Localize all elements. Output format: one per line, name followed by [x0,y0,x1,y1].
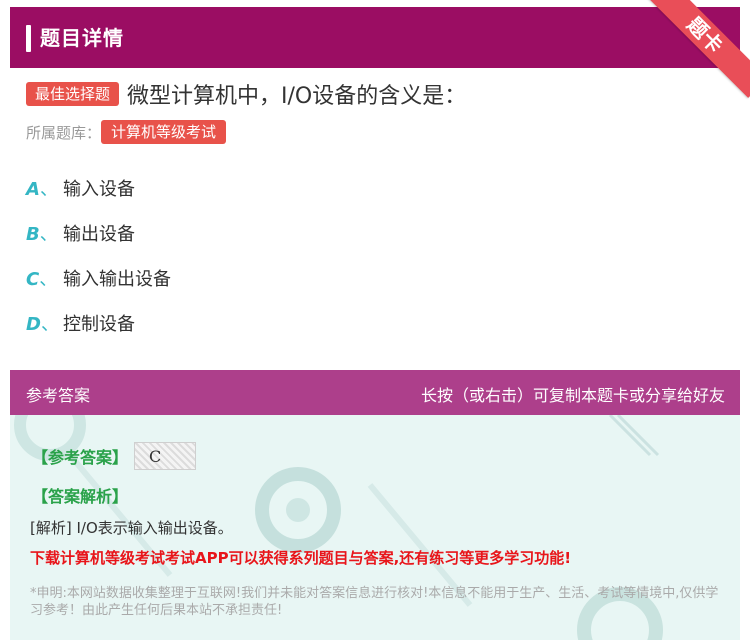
question-detail-header: 题目详情 题卡 [10,0,750,98]
option-a[interactable]: A、 输入设备 [26,174,135,202]
answer-value: C [149,447,162,466]
library-label: 所属题库： [26,123,102,142]
header-accent-bar [26,25,31,52]
library-row: 所属题库： 计算机等级考试 [26,119,227,145]
option-c[interactable]: C、 输入输出设备 [26,264,171,292]
app-promo-link[interactable]: 下载计算机等级考试考试APP可以获得系列题目与答案,还有练习等更多学习功能! [30,547,571,568]
answer-header-title: 参考答案 [26,386,91,405]
corner-ribbon: 题卡 [642,0,750,98]
disclaimer-text: *申明:本网站数据收集整理于互联网!我们并未能对答案信息进行核对!本信息不能用于… [30,586,719,618]
answer-body: 【参考答案】 C 【答案解析】 [解析] I/O表示输入输出设备。 下载计算机等… [10,415,740,640]
option-letter: D、 [26,314,59,335]
option-d[interactable]: D、 控制设备 [26,309,135,337]
option-text: 输出设备 [63,224,135,245]
reference-answer-label: 【参考答案】 [32,448,129,467]
option-text: 输入设备 [63,179,135,200]
page-title: 题目详情 [40,26,124,50]
option-text: 控制设备 [63,314,135,335]
analysis-label: 【答案解析】 [32,487,129,506]
copy-share-hint: 长按（或右击）可复制本题卡或分享给好友 [420,386,725,405]
answer-header: 参考答案 长按（或右击）可复制本题卡或分享给好友 [10,370,740,415]
option-text: 输入输出设备 [63,269,171,290]
analysis-text: [解析] I/O表示输入输出设备。 [30,519,233,537]
answer-image: C [134,442,197,470]
option-letter: C、 [26,269,58,290]
option-b[interactable]: B、 输出设备 [26,219,135,247]
question-type-badge: 最佳选择题 [26,82,120,106]
question-text: 微型计算机中，I/O设备的含义是： [127,84,467,109]
reference-answer-row: 【参考答案】 C [32,442,197,470]
option-letter: B、 [26,224,58,245]
question-row: 最佳选择题 微型计算机中，I/O设备的含义是： [26,78,466,110]
library-tag[interactable]: 计算机等级考试 [101,120,227,144]
page: 题目详情 题卡 最佳选择题 微型计算机中，I/O设备的含义是： 所属题库： 计算… [0,0,750,640]
option-letter: A、 [26,179,58,200]
